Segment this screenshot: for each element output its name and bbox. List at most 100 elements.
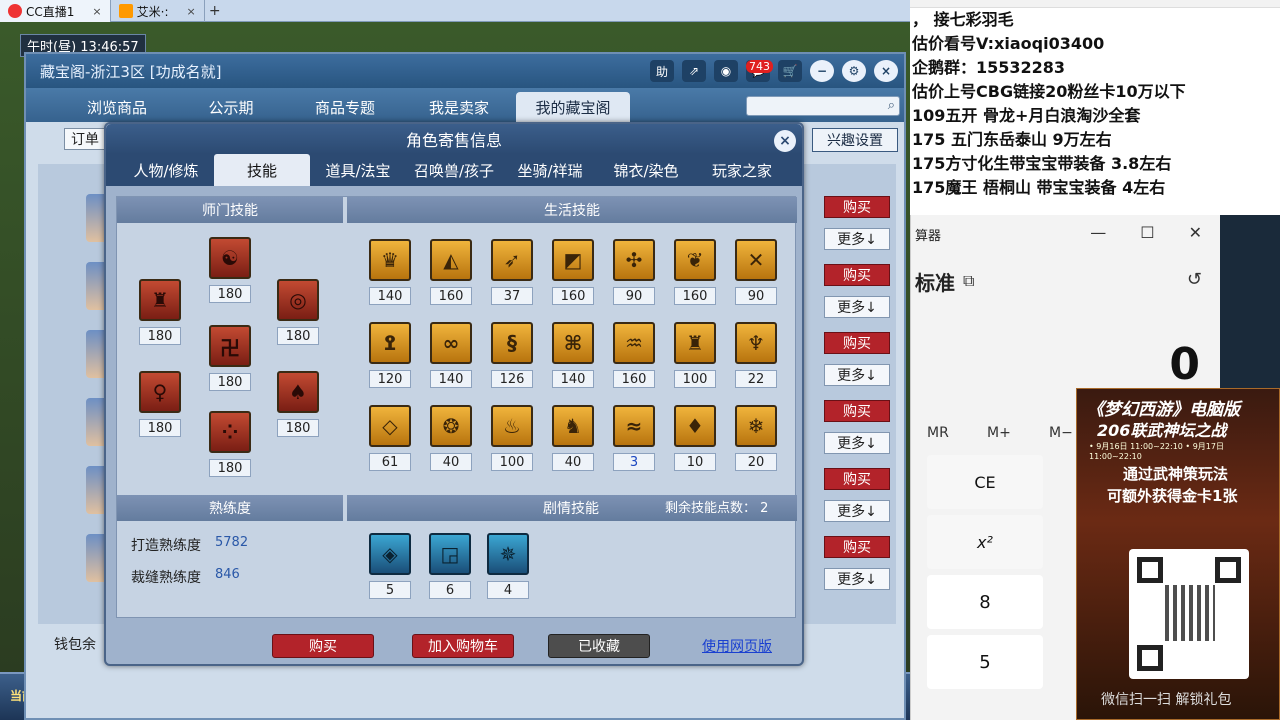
life-skill[interactable]: § 126 bbox=[491, 322, 533, 388]
skill-level: 180 bbox=[277, 327, 319, 345]
buy-button[interactable]: 购买 bbox=[824, 196, 890, 218]
record-button[interactable]: ◉ bbox=[714, 60, 738, 82]
life-skill[interactable]: ♞ 40 bbox=[552, 405, 594, 471]
story-skill[interactable]: ✵ 4 bbox=[487, 533, 529, 599]
minimize-button[interactable]: − bbox=[810, 60, 834, 82]
more-button[interactable]: 更多↓ bbox=[824, 568, 890, 590]
life-skill[interactable]: ➶ 37 bbox=[491, 239, 533, 305]
life-skill[interactable]: ♒ 160 bbox=[613, 322, 655, 388]
new-tab-button[interactable]: + bbox=[205, 0, 225, 21]
help-button[interactable]: 助 bbox=[650, 60, 674, 82]
clear-entry-button[interactable]: CE bbox=[927, 455, 1043, 509]
memory-add-button[interactable]: M+ bbox=[987, 425, 1011, 441]
life-skill[interactable]: ∞ 140 bbox=[430, 322, 472, 388]
close-icon[interactable]: × bbox=[186, 5, 195, 18]
history-icon[interactable]: ↺ bbox=[1187, 269, 1202, 290]
close-icon[interactable]: × bbox=[92, 5, 101, 18]
life-skill-icon: ◭ bbox=[430, 239, 472, 281]
info-line: 企鹅群：15532283 bbox=[912, 58, 1066, 77]
close-button[interactable]: ✕ bbox=[1189, 223, 1202, 242]
browser-tab-cc[interactable]: CC直播1 × bbox=[0, 0, 111, 22]
nav-browse[interactable]: 浏览商品 bbox=[60, 92, 174, 122]
tab-items[interactable]: 道具/法宝 bbox=[310, 154, 406, 186]
school-skill[interactable]: ♜ 180 bbox=[139, 279, 181, 345]
life-skill[interactable]: ♆ 22 bbox=[735, 322, 777, 388]
memory-subtract-button[interactable]: M− bbox=[1049, 425, 1073, 441]
keep-on-top-icon[interactable]: ⧉ bbox=[963, 271, 974, 291]
nav-publicity[interactable]: 公示期 bbox=[174, 92, 288, 122]
life-skill[interactable]: ◩ 160 bbox=[552, 239, 594, 305]
school-skill[interactable]: ♀ 180 bbox=[139, 371, 181, 437]
life-skill[interactable]: ◭ 160 bbox=[430, 239, 472, 305]
browser-tab-aimi[interactable]: 艾米·: × bbox=[111, 0, 205, 22]
life-skill[interactable]: ♦ 10 bbox=[674, 405, 716, 471]
buy-button[interactable]: 购买 bbox=[824, 468, 890, 490]
more-button[interactable]: 更多↓ bbox=[824, 432, 890, 454]
skill-level: 100 bbox=[674, 370, 716, 388]
story-skill[interactable]: ◲ 6 bbox=[429, 533, 471, 599]
life-skill[interactable]: ❂ 40 bbox=[430, 405, 472, 471]
cart-icon[interactable]: 🛒 bbox=[778, 60, 802, 82]
life-skill[interactable]: ✕ 90 bbox=[735, 239, 777, 305]
more-button[interactable]: 更多↓ bbox=[824, 364, 890, 386]
school-skill[interactable]: ◎ 180 bbox=[277, 279, 319, 345]
life-skill[interactable]: ♨ 100 bbox=[491, 405, 533, 471]
life-skill[interactable]: ❄ 20 bbox=[735, 405, 777, 471]
life-skill-icon: ❂ bbox=[430, 405, 472, 447]
tab-home[interactable]: 玩家之家 bbox=[694, 154, 790, 186]
skill-level: 180 bbox=[209, 459, 251, 477]
tab-character[interactable]: 人物/修炼 bbox=[118, 154, 214, 186]
tab-mounts[interactable]: 坐骑/祥瑞 bbox=[502, 154, 598, 186]
digit-8-button[interactable]: 8 bbox=[927, 575, 1043, 629]
life-skill[interactable]: ≈3 bbox=[613, 405, 655, 471]
buy-button[interactable]: 购买 bbox=[824, 332, 890, 354]
tab-pets[interactable]: 召唤兽/孩子 bbox=[406, 154, 502, 186]
life-skill-icon: ♞ bbox=[552, 405, 594, 447]
buy-button[interactable]: 购买 bbox=[272, 634, 374, 658]
search-icon[interactable]: ⌕ bbox=[888, 98, 895, 113]
nav-seller[interactable]: 我是卖家 bbox=[402, 92, 516, 122]
life-skill[interactable]: ⌘ 140 bbox=[552, 322, 594, 388]
story-skill-icon: ✵ bbox=[487, 533, 529, 575]
life-skill[interactable]: ♛ 140 bbox=[369, 239, 411, 305]
favorited-button[interactable]: 已收藏 bbox=[548, 634, 650, 658]
maximize-button[interactable]: ☐ bbox=[1140, 223, 1154, 242]
promo-banner[interactable]: 《梦幻西游》电脑版 206联武神坛之战 • 9月16日 11:00~22:10 … bbox=[1076, 388, 1280, 720]
school-skills-header: 师门技能 bbox=[117, 197, 343, 223]
life-skill[interactable]: ߐ 120 bbox=[369, 322, 411, 388]
nav-my-cbg[interactable]: 我的藏宝阁 bbox=[516, 92, 630, 122]
add-to-cart-button[interactable]: 加入购物车 bbox=[412, 634, 514, 658]
settings-button[interactable]: ⚙ bbox=[842, 60, 866, 82]
life-skill[interactable]: ❦ 160 bbox=[674, 239, 716, 305]
search-input[interactable]: ⌕ bbox=[746, 96, 900, 116]
buy-button[interactable]: 购买 bbox=[824, 536, 890, 558]
tab-skills[interactable]: 技能 bbox=[214, 154, 310, 186]
order-dropdown[interactable]: 订单 bbox=[64, 128, 108, 150]
share-button[interactable]: ⇗ bbox=[682, 60, 706, 82]
interest-settings-button[interactable]: 兴趣设置 bbox=[812, 128, 898, 152]
close-button[interactable]: × bbox=[874, 60, 898, 82]
school-skill-icon: ♠ bbox=[277, 371, 319, 413]
more-button[interactable]: 更多↓ bbox=[824, 500, 890, 522]
square-button[interactable]: x² bbox=[927, 515, 1043, 569]
buy-button[interactable]: 购买 bbox=[824, 400, 890, 422]
more-button[interactable]: 更多↓ bbox=[824, 296, 890, 318]
memory-recall-button[interactable]: MR bbox=[927, 425, 949, 441]
tab-outfits[interactable]: 锦衣/染色 bbox=[598, 154, 694, 186]
school-skill[interactable]: ⁘ 180 bbox=[209, 411, 251, 477]
school-skill[interactable]: ☯ 180 bbox=[209, 237, 251, 303]
buy-button[interactable]: 购买 bbox=[824, 264, 890, 286]
qr-code[interactable] bbox=[1129, 549, 1249, 679]
story-skill[interactable]: ◈ 5 bbox=[369, 533, 411, 599]
life-skill[interactable]: ✣ 90 bbox=[613, 239, 655, 305]
life-skill[interactable]: ◇ 61 bbox=[369, 405, 411, 471]
nav-topics[interactable]: 商品专题 bbox=[288, 92, 402, 122]
more-button[interactable]: 更多↓ bbox=[824, 228, 890, 250]
web-version-link[interactable]: 使用网页版 bbox=[692, 634, 782, 658]
digit-5-button[interactable]: 5 bbox=[927, 635, 1043, 689]
school-skill[interactable]: ♠ 180 bbox=[277, 371, 319, 437]
life-skill[interactable]: ♜ 100 bbox=[674, 322, 716, 388]
close-icon[interactable]: × bbox=[774, 130, 796, 152]
minimize-button[interactable]: — bbox=[1090, 223, 1106, 242]
school-skill[interactable]: 卍 180 bbox=[209, 325, 251, 391]
